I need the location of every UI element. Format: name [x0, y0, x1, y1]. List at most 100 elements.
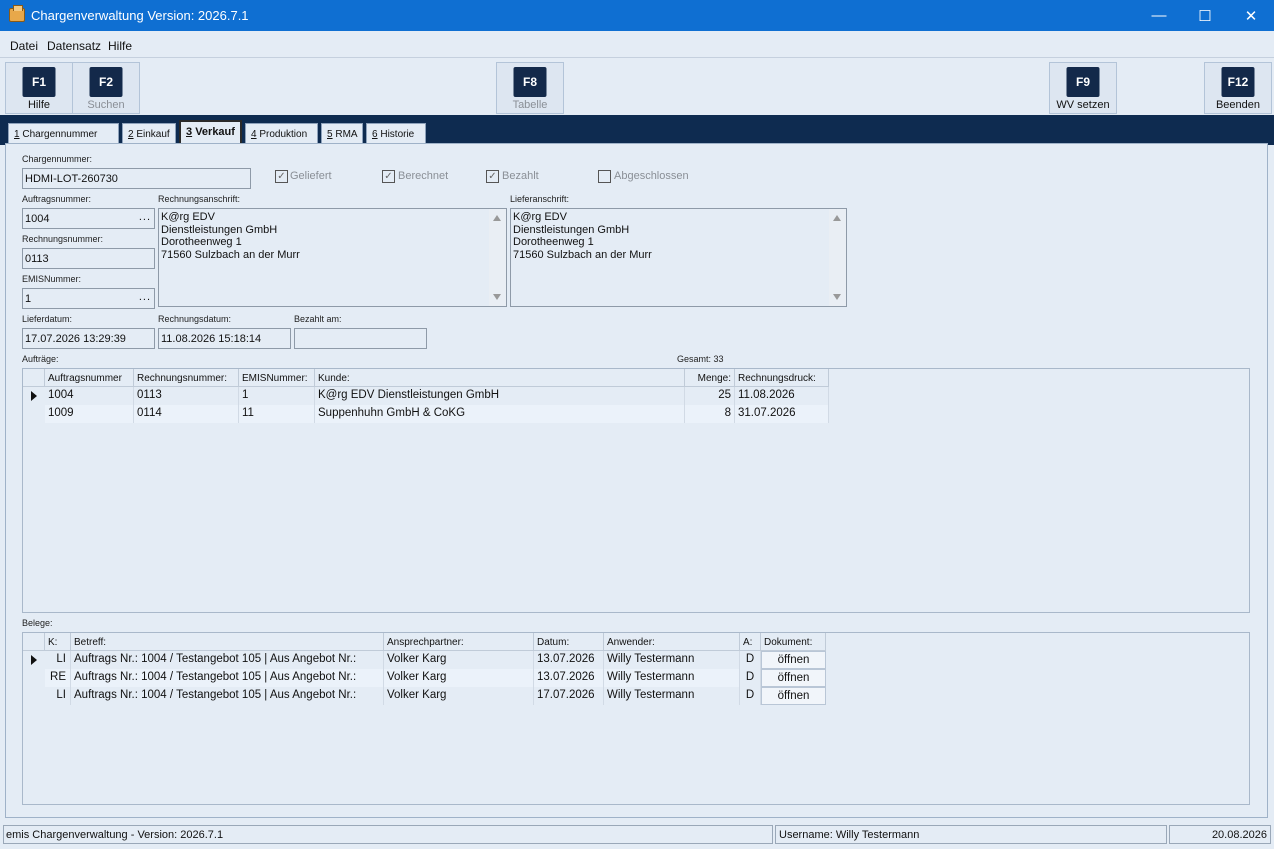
cell-a: D	[740, 651, 761, 669]
col-datum[interactable]: Datum:	[534, 633, 604, 651]
cell-betreff: Auftrags Nr.: 1004 / Testangebot 105 | A…	[71, 687, 384, 705]
cell-rechnungsdruck: 31.07.2026	[735, 405, 829, 423]
col-kunde[interactable]: Kunde:	[315, 369, 685, 387]
table-row[interactable]: 1009 0114 11 Suppenhuhn GmbH & CoKG 8 31…	[23, 405, 829, 423]
col-anwender[interactable]: Anwender:	[604, 633, 740, 651]
lieferanschrift-memo[interactable]: K@rg EDV Dienstleistungen GmbH Dorotheen…	[510, 208, 847, 307]
col-menge[interactable]: Menge:	[685, 369, 735, 387]
f8-label: Tabelle	[512, 99, 548, 111]
f1-label: Hilfe	[27, 99, 50, 111]
emisnummer-lookup-button[interactable]: ...	[139, 291, 151, 303]
address-line: 71560 Sulzbach an der Murr	[513, 248, 652, 261]
f1-key-icon: F1	[22, 67, 56, 97]
col-a[interactable]: A:	[740, 633, 761, 651]
col-emisnummer[interactable]: EMISNummer:	[239, 369, 315, 387]
berechnet-checkbox[interactable]: ✓	[382, 170, 395, 183]
emisnummer-field[interactable]: 1 ...	[22, 288, 155, 309]
rechnungsanschrift-memo[interactable]: K@rg EDV Dienstleistungen GmbH Dorotheen…	[158, 208, 507, 307]
tab-historie[interactable]: 6 Historie	[366, 123, 426, 143]
address-line: Dorotheenweg 1	[513, 236, 594, 248]
geliefert-checkbox[interactable]: ✓	[275, 170, 288, 183]
tab-hotkey: 1	[14, 129, 20, 140]
scroll-down-icon[interactable]	[493, 294, 501, 300]
status-date: 20.08.2026	[1169, 825, 1271, 844]
auftragsnummer-label: Auftragsnummer:	[22, 194, 92, 204]
cell-betreff: Auftrags Nr.: 1004 / Testangebot 105 | A…	[71, 651, 384, 669]
col-dokument[interactable]: Dokument:	[761, 633, 826, 651]
tab-rma[interactable]: 5 RMA	[321, 123, 363, 143]
row-selected-icon	[31, 391, 37, 401]
f2-suchen-button[interactable]: F2 Suchen	[72, 62, 140, 114]
cell-ansprechpartner: Volker Karg	[384, 687, 534, 705]
cell-anwender: Willy Testermann	[604, 687, 740, 705]
table-row[interactable]: LI Auftrags Nr.: 1004 / Testangebot 105 …	[23, 651, 826, 669]
emisnummer-value: 1	[25, 293, 32, 305]
auftragsnummer-field[interactable]: 1004 ...	[22, 208, 155, 229]
address-line: K@rg EDV	[513, 211, 567, 223]
minimize-button[interactable]: —	[1136, 0, 1182, 31]
tab-label: Chargennummer	[22, 129, 98, 140]
f12-key-icon: F12	[1221, 67, 1255, 97]
auftraege-label: Aufträge:	[22, 354, 59, 364]
menu-datensatz[interactable]: Datensatz	[47, 39, 101, 53]
col-ansprechpartner[interactable]: Ansprechpartner:	[384, 633, 534, 651]
lieferdatum-field[interactable]: 17.07.2026 13:29:39	[22, 328, 155, 349]
tab-verkauf[interactable]: 3 Verkauf	[179, 120, 242, 143]
bezahlt-am-field[interactable]	[294, 328, 427, 349]
tab-chargennummer[interactable]: 1 Chargennummer	[8, 123, 119, 143]
tab-hotkey: 6	[372, 129, 378, 140]
col-auftragsnummer[interactable]: Auftragsnummer	[45, 369, 134, 387]
f1-hilfe-button[interactable]: F1 Hilfe	[5, 62, 73, 114]
belege-grid[interactable]: K: Betreff: Ansprechpartner: Datum: Anwe…	[22, 632, 1250, 805]
vertical-scrollbar[interactable]	[489, 209, 506, 306]
tab-hotkey: 3	[186, 126, 193, 138]
col-betreff[interactable]: Betreff:	[71, 633, 384, 651]
col-rechnungsnummer[interactable]: Rechnungsnummer:	[134, 369, 239, 387]
table-row[interactable]: LI Auftrags Nr.: 1004 / Testangebot 105 …	[23, 687, 826, 705]
cell-emisnummer: 1	[239, 387, 315, 405]
f8-tabelle-button[interactable]: F8 Tabelle	[496, 62, 564, 114]
vertical-scrollbar[interactable]	[829, 209, 846, 306]
scroll-up-icon[interactable]	[833, 215, 841, 221]
bezahlt-am-label: Bezahlt am:	[294, 314, 342, 324]
table-row[interactable]: RE Auftrags Nr.: 1004 / Testangebot 105 …	[23, 669, 826, 687]
tab-hotkey: 4	[251, 129, 257, 140]
maximize-button[interactable]: ☐	[1182, 0, 1228, 31]
cell-datum: 17.07.2026	[534, 687, 604, 705]
address-line: Dienstleistungen GmbH	[513, 223, 630, 236]
col-rechnungsdruck[interactable]: Rechnungsdruck:	[735, 369, 829, 387]
close-button[interactable]: ✕	[1228, 0, 1274, 31]
scroll-down-icon[interactable]	[833, 294, 841, 300]
tab-produktion[interactable]: 4 Produktion	[245, 123, 318, 143]
auftragsnummer-lookup-button[interactable]: ...	[139, 211, 151, 223]
menu-datei[interactable]: Datei	[10, 39, 38, 53]
cell-menge: 25	[685, 387, 735, 405]
scroll-up-icon[interactable]	[493, 215, 501, 221]
cell-betreff: Auftrags Nr.: 1004 / Testangebot 105 | A…	[71, 669, 384, 687]
f2-label: Suchen	[87, 99, 125, 111]
rechnungsdatum-field[interactable]: 11.08.2026 15:18:14	[158, 328, 291, 349]
auftraege-grid[interactable]: Auftragsnummer Rechnungsnummer: EMISNumm…	[22, 368, 1250, 613]
open-document-button[interactable]: öffnen	[761, 669, 826, 687]
f9-wv-setzen-button[interactable]: F9 WV setzen	[1049, 62, 1117, 114]
col-k[interactable]: K:	[45, 633, 71, 651]
emisnummer-label: EMISNummer:	[22, 274, 82, 284]
cell-ansprechpartner: Volker Karg	[384, 651, 534, 669]
open-document-button[interactable]: öffnen	[761, 651, 826, 669]
cell-ansprechpartner: Volker Karg	[384, 669, 534, 687]
tab-label: Verkauf	[195, 126, 235, 138]
open-document-button[interactable]: öffnen	[761, 687, 826, 705]
auftraege-total: Gesamt: 33	[677, 354, 724, 364]
table-row[interactable]: 1004 0113 1 K@rg EDV Dienstleistungen Gm…	[23, 387, 829, 405]
cell-a: D	[740, 687, 761, 705]
abgeschlossen-checkbox[interactable]	[598, 170, 611, 183]
app-folder-icon	[9, 5, 25, 22]
cell-kunde: K@rg EDV Dienstleistungen GmbH	[315, 387, 685, 405]
rechnungsnummer-field[interactable]: 0113	[22, 248, 155, 269]
menu-hilfe[interactable]: Hilfe	[108, 39, 132, 53]
tab-einkauf[interactable]: 2 Einkauf	[122, 123, 176, 143]
bezahlt-checkbox[interactable]: ✓	[486, 170, 499, 183]
chargennummer-field[interactable]: HDMI-LOT-260730	[22, 168, 251, 189]
f12-beenden-button[interactable]: F12 Beenden	[1204, 62, 1272, 114]
f8-key-icon: F8	[513, 67, 547, 97]
